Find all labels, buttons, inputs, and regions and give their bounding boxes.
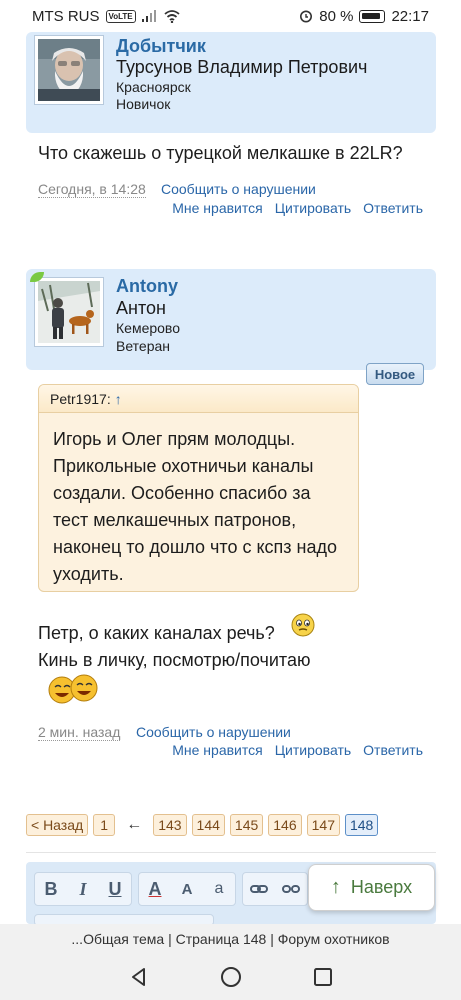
laughing-smileys-icon (48, 674, 98, 704)
font-group: A A a (138, 872, 236, 906)
post2-timestamp[interactable]: 2 мин. назад (38, 724, 121, 741)
pagination-page-first[interactable]: 1 (93, 814, 116, 836)
scroll-to-top-button[interactable]: ↑ Наверх (308, 864, 435, 911)
arrow-up-icon: ↑ (330, 876, 341, 898)
font-color-button[interactable]: A (139, 872, 171, 906)
font-size-button[interactable]: A (171, 872, 203, 906)
quote-text: Игорь и Олег прям молодцы. Прикольные ох… (39, 413, 358, 588)
pagination-page[interactable]: 145 (229, 814, 264, 836)
volte-icon: VoLTE (105, 9, 136, 23)
divider (26, 852, 436, 853)
thinking-smiley-icon (291, 613, 315, 637)
post2-message-line: Кинь в личку, посмотрю/почитаю (38, 650, 311, 670)
home-icon[interactable] (220, 966, 242, 988)
user-photo-image (38, 281, 100, 343)
battery-percent: 80 % (319, 7, 354, 25)
pagination: < Назад 1 ← 143 144 145 146 147 148 (26, 814, 379, 836)
pagination-current-page: 148 (344, 814, 379, 836)
post2-user-card: Antony Антон Кемерово Ветеран (26, 269, 436, 370)
quote-line: Прикольные охотничьи каналы (53, 456, 314, 476)
bold-button[interactable]: B (35, 872, 67, 906)
post1-city: Красноярск (116, 79, 191, 95)
link-group (242, 872, 308, 906)
quote-line: тест мелкашечных патронов, (53, 510, 297, 530)
post1-username[interactable]: Добытчик (116, 36, 206, 57)
pagination-page[interactable]: 146 (268, 814, 302, 836)
format-group: B I U (34, 872, 132, 906)
browser-page-title: ...Общая тема | Страница 148 | Форум охо… (0, 924, 461, 954)
unlink-icon[interactable] (275, 872, 307, 906)
post1-like-button[interactable]: Мне нравится (172, 200, 262, 216)
post1-quote-button[interactable]: Цитировать (275, 200, 351, 216)
system-navigation-bar (0, 954, 461, 1000)
signal-icon (141, 10, 156, 22)
quote-block: Petr1917: ↑ Игорь и Олег прям молодцы. П… (38, 384, 359, 592)
go-to-quote-icon[interactable]: ↑ (115, 391, 122, 407)
post1-timestamp[interactable]: Сегодня, в 14:28 (38, 181, 146, 198)
pagination-page[interactable]: 144 (191, 814, 225, 836)
post1-message: Что скажешь о турецкой мелкашке в 22LR? (38, 143, 403, 163)
post2-report-link[interactable]: Сообщить о нарушении (136, 724, 291, 740)
post2-city: Кемерово (116, 320, 180, 336)
back-icon[interactable] (128, 966, 150, 988)
quote-header: Petr1917: ↑ (39, 385, 358, 413)
user-photo-image (38, 39, 100, 101)
status-bar: MTS RUS VoLTE 80 % 22:17 (0, 0, 461, 32)
quote-author: Petr1917: (50, 390, 111, 407)
post2-quote-button[interactable]: Цитировать (275, 742, 351, 758)
scroll-to-top-label: Наверх (350, 877, 413, 897)
post2-username[interactable]: Antony (116, 276, 178, 297)
post1-real-name: Турсунов Владимир Петрович (116, 57, 368, 77)
recent-apps-icon[interactable] (312, 966, 334, 988)
post1-avatar[interactable] (34, 35, 104, 105)
wifi-icon (164, 9, 180, 23)
link-icon[interactable] (243, 872, 275, 906)
clock: 22:17 (391, 7, 429, 25)
post1-reply-button[interactable]: Ответить (363, 200, 423, 216)
post2-message-line: Петр, о каких каналах речь? (38, 623, 275, 643)
post1-actions: Мне нравится Цитировать Ответить (172, 200, 423, 216)
alarm-icon (300, 10, 313, 23)
italic-button[interactable]: I (67, 872, 99, 906)
pagination-page[interactable]: 143 (153, 814, 187, 836)
post1-rank: Новичок (116, 96, 171, 112)
pagination-back-button[interactable]: < Назад (26, 814, 89, 836)
post2-avatar[interactable] (34, 277, 104, 347)
quote-line: уходить. (53, 564, 124, 584)
post2-rank: Ветеран (116, 338, 171, 354)
font-face-button[interactable]: a (203, 872, 235, 906)
post2-reply-button[interactable]: Ответить (363, 742, 423, 758)
post1-user-card: Добытчик Турсунов Владимир Петрович Крас… (26, 32, 436, 133)
pagination-page[interactable]: 147 (306, 814, 340, 836)
post2-actions: Мне нравится Цитировать Ответить (172, 742, 423, 758)
battery-icon (359, 9, 386, 23)
quote-line: Игорь и Олег прям молодцы. (53, 429, 296, 449)
post1-report-link[interactable]: Сообщить о нарушении (161, 181, 316, 197)
underline-button[interactable]: U (99, 872, 131, 906)
quote-line: наконец то дошло что с кспз надо (53, 537, 338, 557)
post2-message: Петр, о каких каналах речь? Кинь в личку… (38, 620, 311, 674)
editor-toolbar: B I U A A a (34, 872, 314, 906)
pagination-skip-arrow: ← (126, 816, 143, 833)
post2-real-name: Антон (116, 298, 166, 318)
quote-line: создали. Особенно спасибо за (53, 483, 311, 503)
carrier-name: MTS RUS (32, 7, 100, 25)
new-post-badge: Новое (366, 363, 424, 385)
post2-like-button[interactable]: Мне нравится (172, 742, 262, 758)
